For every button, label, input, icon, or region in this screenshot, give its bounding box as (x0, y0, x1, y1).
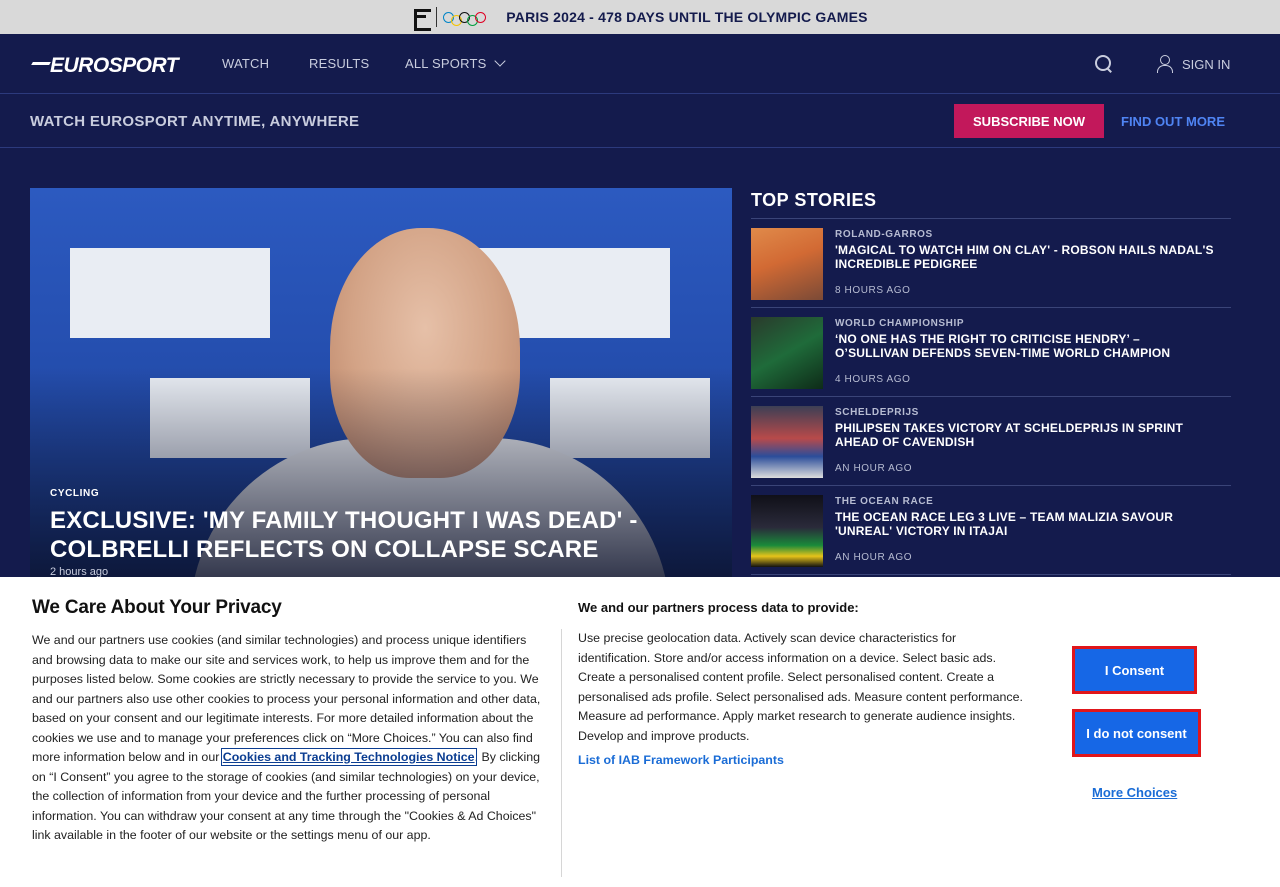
privacy-body: We and our partners use cookies (and sim… (32, 633, 541, 842)
subscribe-now-button[interactable]: SUBSCRIBE NOW (954, 104, 1104, 138)
search-icon[interactable] (1095, 55, 1112, 72)
story-title[interactable]: 'MAGICAL TO WATCH HIM ON CLAY' - ROBSON … (835, 243, 1215, 271)
story-category[interactable]: SCHELDEPRIJS (835, 407, 919, 418)
story-category[interactable]: WORLD CHAMPIONSHIP (835, 318, 964, 329)
hero-category[interactable]: CYCLING (50, 488, 99, 499)
story-thumbnail[interactable] (751, 495, 823, 567)
story-thumbnail[interactable] (751, 406, 823, 478)
story-category[interactable]: ROLAND-GARROS (835, 229, 933, 240)
olympic-logos (412, 7, 487, 31)
nav-results[interactable]: RESULTS (309, 56, 369, 71)
find-out-more-link[interactable]: FIND OUT MORE (1121, 114, 1225, 129)
story-timestamp: 8 HOURS AGO (835, 285, 911, 296)
countdown-text: PARIS 2024 - 478 DAYS UNTIL THE OLYMPIC … (506, 9, 868, 25)
consent-button[interactable]: I Consent (1072, 646, 1197, 694)
top-stories-heading: TOP STORIES (751, 190, 877, 210)
story-item[interactable]: ROLAND-GARROS 'MAGICAL TO WATCH HIM ON C… (751, 219, 1231, 308)
story-timestamp: AN HOUR AGO (835, 552, 913, 563)
nav-watch[interactable]: WATCH (222, 56, 269, 71)
nav-all-sports[interactable]: ALL SPORTS (405, 55, 507, 71)
logo-separator (436, 7, 438, 27)
story-category[interactable]: THE OCEAN RACE (835, 496, 933, 507)
story-title[interactable]: ‘NO ONE HAS THE RIGHT TO CRITICISE HENDR… (835, 332, 1215, 360)
main-nav: EUROSPORT WATCH RESULTS ALL SPORTS (0, 34, 1280, 94)
do-not-consent-button[interactable]: I do not consent (1072, 709, 1201, 757)
user-icon[interactable] (1156, 55, 1173, 73)
story-item[interactable]: THE OCEAN RACE THE OCEAN RACE LEG 3 LIVE… (751, 486, 1231, 575)
story-item[interactable]: SCHELDEPRIJS PHILIPSEN TAKES VICTORY AT … (751, 397, 1231, 486)
hero-article[interactable]: CYCLING EXCLUSIVE: 'MY FAMILY THOUGHT I … (30, 188, 732, 588)
story-timestamp: 4 HOURS AGO (835, 374, 911, 385)
story-thumbnail[interactable] (751, 228, 823, 300)
olympic-rings-icon (443, 9, 487, 26)
cookies-notice-link[interactable]: Cookies and Tracking Technologies Notice (220, 748, 477, 766)
privacy-title: We Care About Your Privacy (32, 597, 282, 618)
story-timestamp: AN HOUR AGO (835, 463, 913, 474)
subscribe-tagline: WATCH EUROSPORT ANYTIME, ANYWHERE (30, 113, 360, 130)
story-title[interactable]: THE OCEAN RACE LEG 3 LIVE – TEAM MALIZIA… (835, 510, 1215, 538)
sign-in-link[interactable]: SIGN IN (1182, 57, 1230, 72)
hero-title[interactable]: EXCLUSIVE: 'MY FAMILY THOUGHT I WAS DEAD… (50, 506, 710, 564)
story-title[interactable]: PHILIPSEN TAKES VICTORY AT SCHELDEPRIJS … (835, 421, 1215, 449)
story-item[interactable]: WORLD CHAMPIONSHIP ‘NO ONE HAS THE RIGHT… (751, 308, 1231, 397)
eurosport-e-icon (412, 7, 432, 31)
chevron-down-icon (494, 55, 507, 67)
iab-participants-link[interactable]: List of IAB Framework Participants (578, 753, 784, 767)
cookie-divider (561, 629, 562, 877)
purposes-text: Use precise geolocation data. Actively s… (578, 631, 1023, 743)
cookie-consent-banner: We Care About Your Privacy We and our pa… (0, 577, 1280, 887)
logo-swoosh-icon (27, 62, 51, 72)
olympic-countdown-banner[interactable]: PARIS 2024 - 478 DAYS UNTIL THE OLYMPIC … (0, 0, 1280, 34)
more-choices-link[interactable]: More Choices (1092, 785, 1177, 800)
purposes-title: We and our partners process data to prov… (578, 600, 859, 615)
eurosport-logo[interactable]: EUROSPORT (27, 54, 179, 78)
story-thumbnail[interactable] (751, 317, 823, 389)
subscribe-bar: WATCH EUROSPORT ANYTIME, ANYWHERE SUBSCR… (0, 94, 1280, 148)
